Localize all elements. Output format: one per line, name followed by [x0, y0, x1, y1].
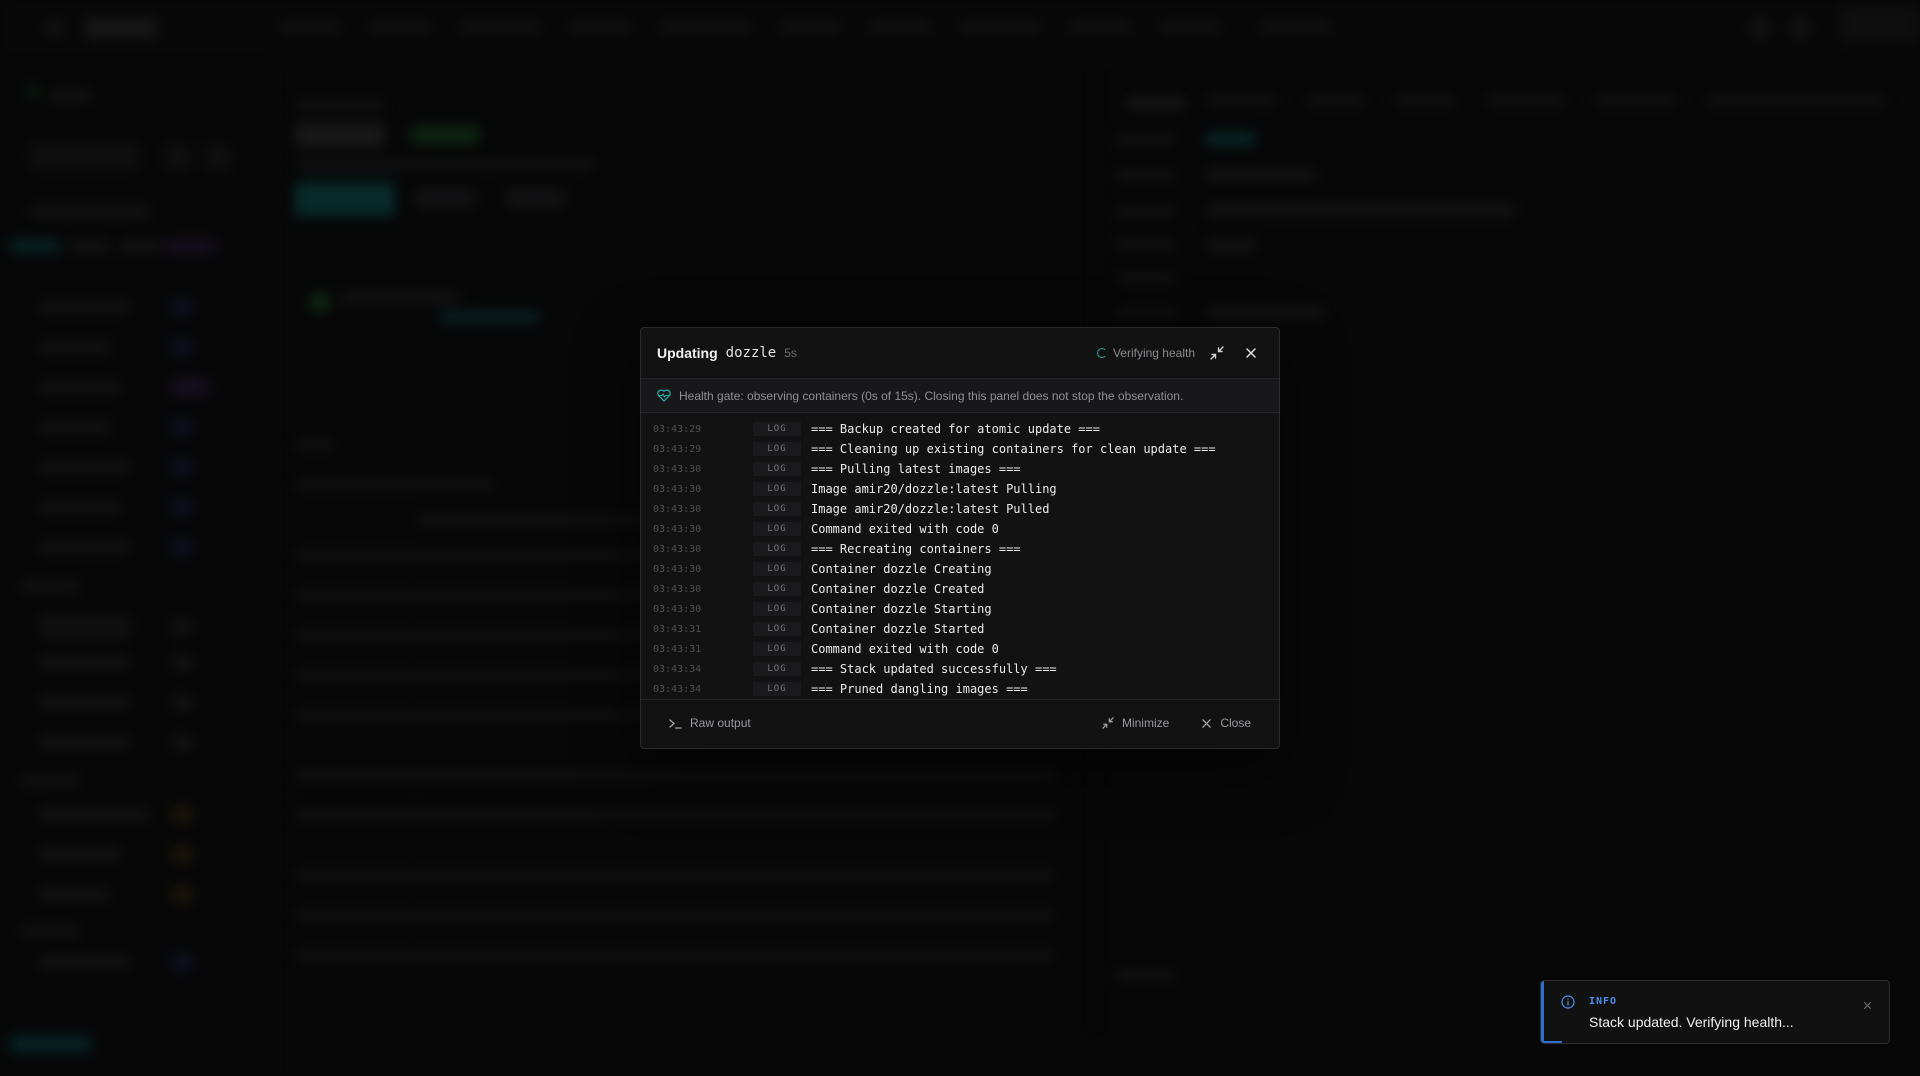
log-level-badge: LOG — [753, 522, 801, 536]
close-icon — [1202, 718, 1212, 728]
terminal-icon — [669, 718, 682, 729]
log-timestamp: 03:43:29 — [653, 423, 702, 435]
log-row: 03:43:29 LOG === Backup created for atomic… — [653, 419, 1267, 439]
log-timestamp: 03:43:30 — [653, 503, 702, 515]
log-timestamp: 03:43:30 — [653, 463, 702, 475]
toast-progress — [1544, 1041, 1562, 1043]
log-level-badge: LOG — [753, 422, 801, 436]
raw-output-label: Raw output — [690, 716, 751, 730]
log-message: Command exited with code 0 — [811, 642, 999, 656]
log-message: === Cleaning up existing containers for … — [811, 442, 1216, 456]
footer-minimize-button[interactable]: Minimize — [1102, 716, 1169, 730]
dialog-footer: Raw output Minimize Close — [641, 700, 1279, 746]
dialog-header: Updating dozzle 5s Verifying health — [641, 328, 1279, 379]
log-level-badge: LOG — [753, 622, 801, 636]
log-row: 03:43:30 LOG Container dozzle Creating — [653, 559, 1267, 579]
toast-message: Stack updated. Verifying health... — [1589, 1014, 1794, 1030]
log-row: 03:43:31 LOG Container dozzle Started — [653, 619, 1267, 639]
log-level-badge: LOG — [753, 582, 801, 596]
log-message: Container dozzle Created — [811, 582, 985, 596]
loading-icon — [1096, 348, 1107, 358]
log-timestamp: 03:43:30 — [653, 583, 702, 595]
minimize-icon — [1102, 717, 1114, 729]
footer-close-button[interactable]: Close — [1201, 716, 1251, 730]
health-status: Verifying health — [1096, 346, 1195, 360]
log-message: Container dozzle Started — [811, 622, 985, 636]
log-level-badge: LOG — [753, 642, 801, 656]
log-level-badge: LOG — [753, 482, 801, 496]
update-progress-dialog: Updating dozzle 5s Verifying health Heal… — [640, 327, 1280, 749]
log-timestamp: 03:43:30 — [653, 603, 702, 615]
log-output[interactable]: 03:43:29 LOG === Backup created for atomic… — [641, 413, 1279, 700]
minimize-label: Minimize — [1121, 716, 1170, 730]
log-timestamp: 03:43:31 — [653, 623, 702, 635]
log-level-badge: LOG — [753, 442, 801, 456]
log-level-badge: LOG — [753, 602, 801, 616]
log-row: 03:43:31 LOG Command exited with code 0 — [653, 639, 1267, 659]
close-icon — [1246, 348, 1256, 358]
log-message: === Pulling latest images === — [811, 462, 1021, 476]
log-message: Container dozzle Starting — [811, 602, 992, 616]
log-timestamp: 03:43:30 — [653, 483, 702, 495]
minimize-icon — [1210, 346, 1224, 360]
log-row: 03:43:29 LOG === Cleaning up existing cont… — [653, 439, 1267, 459]
elapsed-time: 5s — [784, 346, 797, 360]
health-status-label: Verifying health — [1112, 346, 1195, 360]
log-row: 03:43:30 LOG Command exited with code 0 — [653, 519, 1267, 539]
dialog-title: Updating — [657, 345, 718, 361]
info-icon — [1561, 995, 1575, 1009]
log-level-badge: LOG — [753, 502, 801, 516]
toast-close-button[interactable] — [1859, 997, 1875, 1013]
log-message: Image amir20/dozzle:latest Pulled — [811, 502, 1050, 516]
log-message: === Pruned dangling images === — [811, 682, 1028, 696]
log-message: Command exited with code 0 — [811, 522, 999, 536]
stack-name: dozzle — [725, 345, 777, 361]
log-level-badge: LOG — [753, 462, 801, 476]
log-row: 03:43:30 LOG Container dozzle Starting — [653, 599, 1267, 619]
log-timestamp: 03:43:30 — [653, 523, 702, 535]
log-row: 03:43:30 LOG === Recreating containers === — [653, 539, 1267, 559]
log-timestamp: 03:43:34 — [653, 663, 702, 675]
toast-label: INFO — [1589, 996, 1618, 1007]
minimize-button[interactable] — [1205, 341, 1229, 365]
log-message: === Stack updated successfully === — [811, 662, 1057, 676]
health-gate-text: Health gate: observing containers (0s of… — [679, 388, 1184, 403]
log-timestamp: 03:43:34 — [653, 683, 702, 695]
log-row: 03:43:34 LOG === Stack updated successfull… — [653, 659, 1267, 679]
log-row: 03:43:34 LOG === Pruned dangling images ==… — [653, 679, 1267, 699]
log-level-badge: LOG — [753, 682, 801, 696]
log-message: === Recreating containers === — [811, 542, 1021, 556]
log-level-badge: LOG — [753, 542, 801, 556]
heart-pulse-icon — [657, 389, 671, 402]
health-gate-banner: Health gate: observing containers (0s of… — [641, 379, 1279, 413]
log-message: === Backup created for atomic update === — [811, 422, 1100, 436]
log-timestamp: 03:43:30 — [653, 543, 702, 555]
log-message: Container dozzle Creating — [811, 562, 992, 576]
toast-accent-bar — [1541, 981, 1544, 1043]
close-icon — [1863, 1001, 1871, 1009]
log-timestamp: 03:43:31 — [653, 643, 702, 655]
raw-output-button[interactable]: Raw output — [669, 716, 751, 730]
log-row: 03:43:30 LOG Image amir20/dozzle:latest Pu… — [653, 479, 1267, 499]
log-message: Image amir20/dozzle:latest Pulling — [811, 482, 1057, 496]
log-row: 03:43:30 LOG === Pulling latest images === — [653, 459, 1267, 479]
log-timestamp: 03:43:29 — [653, 443, 702, 455]
log-row: 03:43:30 LOG Container dozzle Created — [653, 579, 1267, 599]
log-level-badge: LOG — [753, 662, 801, 676]
log-timestamp: 03:43:30 — [653, 563, 702, 575]
toast-notification: INFO Stack updated. Verifying health... — [1540, 980, 1890, 1044]
log-row: 03:43:30 LOG Image amir20/dozzle:latest Pu… — [653, 499, 1267, 519]
close-button[interactable] — [1239, 341, 1263, 365]
close-label: Close — [1220, 716, 1251, 730]
log-level-badge: LOG — [753, 562, 801, 576]
